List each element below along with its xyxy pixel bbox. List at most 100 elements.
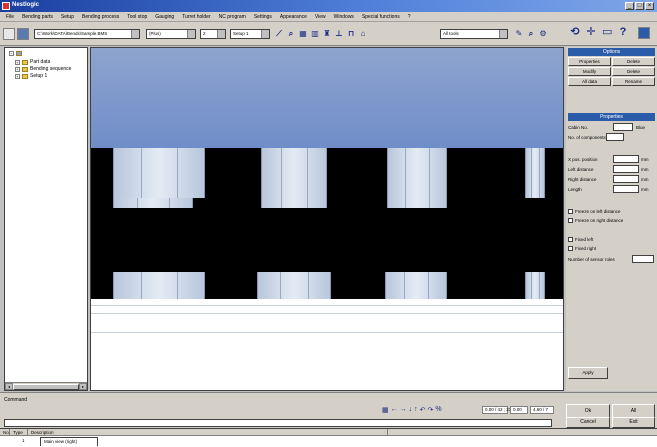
right-distance-field[interactable] bbox=[613, 175, 639, 183]
scroll-right-icon[interactable]: ▸ bbox=[79, 383, 87, 390]
checkbox-icon[interactable] bbox=[568, 209, 573, 214]
tool-icon[interactable]: ▥ bbox=[310, 29, 320, 39]
properties-button[interactable]: Properties bbox=[568, 57, 611, 66]
rename-button[interactable]: Rename bbox=[612, 77, 655, 86]
scroll-left-icon[interactable]: ◂ bbox=[5, 383, 13, 390]
snap-icon[interactable]: % bbox=[435, 406, 441, 413]
arrow-right-icon[interactable]: → bbox=[400, 406, 407, 413]
cabin-field[interactable] bbox=[613, 123, 633, 131]
fixed-left-checkbox[interactable]: Fixed left bbox=[568, 237, 593, 242]
apply-button[interactable]: Apply bbox=[568, 367, 608, 379]
undo-icon[interactable]: ↶ bbox=[420, 406, 426, 414]
expand-icon[interactable]: + bbox=[15, 73, 20, 79]
arrow-up-icon[interactable]: ↑ bbox=[414, 406, 418, 413]
redo-icon[interactable]: ↷ bbox=[428, 406, 434, 414]
cancel-button[interactable]: Cancel bbox=[566, 417, 610, 428]
search-icon[interactable]: ⌕ bbox=[526, 29, 536, 39]
menu-item[interactable]: File bbox=[2, 14, 18, 20]
checkbox-icon[interactable] bbox=[568, 246, 573, 251]
arrow-down-icon[interactable]: ↓ bbox=[409, 406, 413, 413]
left-distance-field[interactable] bbox=[613, 165, 639, 173]
window-icon[interactable] bbox=[638, 27, 650, 39]
pan-icon[interactable]: ✛ bbox=[586, 27, 596, 38]
menu-item[interactable]: Setup bbox=[57, 14, 78, 20]
menu-item[interactable]: View bbox=[311, 14, 330, 20]
lower-die[interactable] bbox=[113, 272, 205, 299]
menu-item[interactable]: Tool stop bbox=[123, 14, 151, 20]
components-field[interactable] bbox=[606, 133, 624, 141]
view-tab[interactable]: Main view (right) bbox=[40, 437, 98, 446]
expand-icon[interactable]: + bbox=[15, 66, 20, 72]
expand-icon[interactable]: − bbox=[9, 51, 14, 56]
close-button[interactable]: × bbox=[645, 2, 654, 10]
menu-item[interactable]: Appearance bbox=[276, 14, 311, 20]
lower-die[interactable] bbox=[257, 272, 331, 299]
all-button[interactable]: All bbox=[612, 404, 655, 418]
arrow-left-icon[interactable]: ← bbox=[391, 406, 398, 413]
tools-combo[interactable]: All tools bbox=[440, 29, 508, 39]
number-combo[interactable]: 2 bbox=[200, 29, 226, 39]
exit-button[interactable]: Exit bbox=[612, 417, 655, 428]
tree-item-bending-sequence[interactable]: + Bending sequence bbox=[15, 66, 71, 72]
column-no[interactable]: No. bbox=[0, 429, 10, 435]
menu-item[interactable]: NC program bbox=[215, 14, 250, 20]
tree-root[interactable]: − bbox=[9, 51, 22, 56]
menu-item[interactable]: Bending process bbox=[78, 14, 123, 20]
stamp-icon[interactable]: ⊓ bbox=[346, 29, 356, 39]
gauge-icon[interactable]: ♜ bbox=[322, 29, 332, 39]
menu-item[interactable]: Special functions bbox=[358, 14, 404, 20]
menu-item[interactable]: Settings bbox=[250, 14, 276, 20]
measure-icon[interactable]: ⌂ bbox=[358, 29, 368, 39]
checkbox-icon[interactable] bbox=[568, 218, 573, 223]
minimize-button[interactable]: _ bbox=[625, 2, 634, 10]
column-type[interactable]: Type bbox=[10, 429, 28, 435]
tree-item-part-data[interactable]: + Part data bbox=[15, 59, 50, 65]
all-data-button[interactable]: All data bbox=[568, 77, 611, 86]
column-description[interactable]: Description bbox=[28, 429, 388, 435]
bend-icon[interactable]: ⊥ bbox=[334, 29, 344, 39]
menu-item[interactable]: Turret holder bbox=[178, 14, 214, 20]
menu-item[interactable]: ? bbox=[404, 14, 415, 20]
upper-tool[interactable] bbox=[525, 148, 545, 198]
fixed-right-checkbox[interactable]: Fixed right bbox=[568, 246, 596, 251]
menu-item[interactable]: Windows bbox=[330, 14, 358, 20]
view-icon[interactable]: ▭ bbox=[602, 27, 612, 38]
setup-combo[interactable]: Setup 1 bbox=[230, 29, 270, 39]
command-input[interactable] bbox=[4, 419, 552, 427]
help-icon[interactable]: ? bbox=[618, 27, 628, 38]
zoom-icon[interactable]: ⌕ bbox=[286, 29, 296, 39]
freeze-right-checkbox[interactable]: Freeze on right distance bbox=[568, 218, 623, 223]
segments-field[interactable] bbox=[632, 255, 654, 263]
menu-item[interactable]: Gauging bbox=[151, 14, 178, 20]
grid-icon[interactable]: ▦ bbox=[382, 406, 389, 414]
freeze-left-checkbox[interactable]: Freeze on left distance bbox=[568, 209, 621, 214]
grid-icon[interactable]: ▦ bbox=[298, 29, 308, 39]
delete-button[interactable]: Delete bbox=[612, 57, 655, 66]
checkbox-icon[interactable] bbox=[568, 237, 573, 242]
menu-item[interactable]: Bending parts bbox=[18, 14, 57, 20]
modify-button[interactable]: Modify bbox=[568, 67, 611, 76]
save-icon[interactable] bbox=[3, 28, 15, 40]
open-icon[interactable] bbox=[17, 28, 29, 40]
tree-item-setup[interactable]: + Setup 1 bbox=[15, 73, 47, 79]
x-position-field[interactable] bbox=[613, 155, 639, 163]
maximize-button[interactable]: □ bbox=[635, 2, 644, 10]
length-field[interactable] bbox=[613, 185, 639, 193]
upper-tool[interactable] bbox=[113, 148, 205, 198]
upper-tool[interactable] bbox=[387, 148, 447, 198]
lower-die[interactable] bbox=[385, 272, 447, 299]
expand-icon[interactable]: + bbox=[15, 59, 20, 65]
settings-icon[interactable]: ⚙ bbox=[538, 29, 548, 39]
plus-combo[interactable]: (Plus) bbox=[146, 29, 196, 39]
scroll-thumb[interactable] bbox=[13, 384, 79, 390]
lower-die[interactable] bbox=[525, 272, 545, 299]
delete-all-button[interactable]: Delete bbox=[612, 67, 655, 76]
upper-tool[interactable] bbox=[261, 148, 327, 198]
3d-viewport[interactable] bbox=[90, 47, 564, 391]
rotate-icon[interactable]: ⟲ bbox=[570, 27, 580, 38]
tree-scrollbar[interactable]: ◂ ▸ bbox=[5, 382, 87, 390]
line-icon[interactable]: ⟋ bbox=[274, 29, 284, 39]
edit-icon[interactable]: ✎ bbox=[514, 29, 524, 39]
file-combo[interactable]: C:\Work\DATA\Bends\Sample.BMS bbox=[34, 29, 140, 39]
ok-button[interactable]: Ok bbox=[566, 404, 610, 418]
